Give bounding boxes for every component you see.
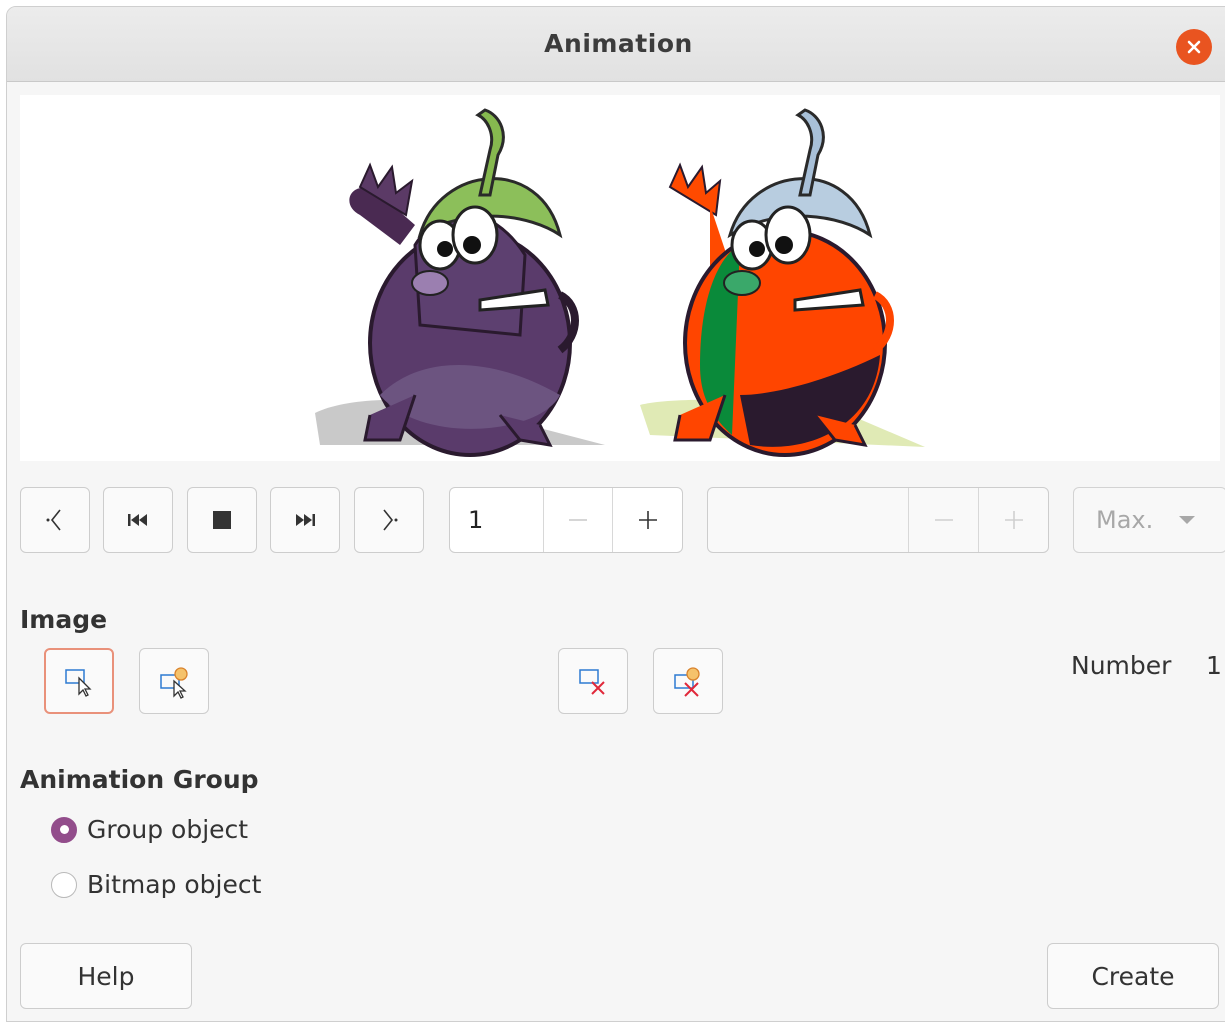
stop-button[interactable] — [187, 487, 257, 553]
rewind-icon — [128, 514, 147, 526]
radio-group-object[interactable]: Group object — [51, 815, 248, 844]
delete-all-images-button[interactable] — [653, 648, 723, 714]
last-frame-icon — [383, 509, 398, 531]
radio-bitmap-object[interactable]: Bitmap object — [51, 870, 261, 899]
loop-count-dropdown[interactable]: Max. — [1073, 487, 1225, 553]
minus-icon — [934, 519, 953, 521]
radio-button-unchecked[interactable] — [51, 871, 77, 898]
play-button[interactable] — [270, 487, 340, 553]
number-value: 1 — [1206, 651, 1222, 680]
apply-objects-individually-button[interactable] — [139, 648, 209, 714]
radio-label-bitmap-object[interactable]: Bitmap object — [87, 870, 261, 899]
plus-icon — [1005, 511, 1023, 529]
eggplant-purple-image — [315, 108, 605, 457]
number-label: Number — [1071, 651, 1172, 680]
radio-button-checked[interactable] — [51, 816, 77, 843]
eggplant-colored-image — [640, 108, 925, 457]
apply-objects-individually-icon — [160, 667, 188, 699]
apply-object-button[interactable] — [44, 648, 114, 714]
play-icon — [296, 514, 315, 526]
create-button[interactable]: Create — [1047, 943, 1219, 1009]
animation-group-title: Animation Group — [20, 765, 259, 794]
chevron-down-icon — [1179, 516, 1195, 524]
animation-dialog: Animation 1 Max. Image Number 1 Animatio… — [6, 6, 1225, 1022]
image-number-increment-button[interactable] — [612, 488, 683, 552]
close-button[interactable] — [1176, 29, 1212, 65]
minus-icon — [569, 519, 587, 521]
apply-object-icon — [65, 669, 92, 697]
duration-decrement-button[interactable] — [908, 488, 978, 552]
delete-current-image-icon — [579, 669, 605, 695]
rewind-button[interactable] — [103, 487, 173, 553]
loop-count-value: Max. — [1096, 506, 1154, 534]
help-button[interactable]: Help — [20, 943, 192, 1009]
last-frame-button[interactable] — [354, 487, 424, 553]
duration-spinbox[interactable] — [707, 487, 1049, 553]
title-bar: Animation — [7, 7, 1225, 82]
first-frame-icon — [46, 509, 61, 531]
delete-current-image-button[interactable] — [558, 648, 628, 714]
delete-all-images-icon — [674, 667, 700, 697]
radio-label-group-object[interactable]: Group object — [87, 815, 248, 844]
first-frame-button[interactable] — [20, 487, 90, 553]
duration-increment-button[interactable] — [978, 488, 1049, 552]
eggplant-preview-image — [315, 108, 925, 457]
stop-icon — [213, 511, 231, 529]
image-section-title: Image — [20, 605, 108, 634]
animation-preview — [20, 95, 1220, 461]
image-number-spinbox[interactable]: 1 — [449, 487, 683, 553]
image-number-decrement-button[interactable] — [543, 488, 612, 552]
close-icon — [1187, 40, 1201, 54]
window-title: Animation — [544, 29, 693, 58]
plus-icon — [639, 511, 657, 529]
image-number-value[interactable]: 1 — [468, 506, 483, 534]
